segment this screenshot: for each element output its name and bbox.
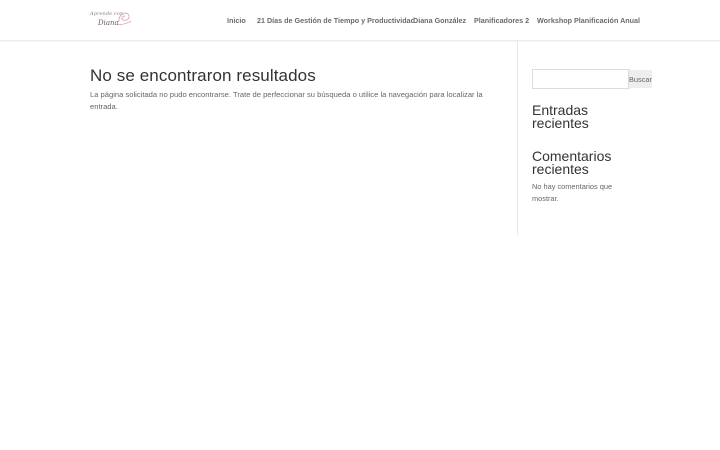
sidebar-divider	[517, 41, 518, 235]
nav-item-21-dias[interactable]: 21 Días de Gestión de Tiempo y Productiv…	[257, 16, 415, 25]
main-navigation: Inicio 21 Días de Gestión de Tiempo y Pr…	[0, 16, 720, 26]
nav-item-planificadores-2[interactable]: Planificadores 2	[474, 16, 529, 25]
search-button[interactable]: Buscar	[628, 70, 653, 88]
nav-item-inicio[interactable]: Inicio	[227, 16, 246, 25]
recent-posts-title: Entradas recientes	[532, 102, 589, 131]
no-comments-text: No hay comentarios que mostrar.	[532, 182, 613, 203]
search-form: Buscar	[532, 69, 653, 89]
recent-comments-title: Comentarios recientes	[532, 148, 612, 177]
not-found-message: La página solicitada no pudo encontrarse…	[90, 90, 483, 111]
nav-item-diana-gonzalez[interactable]: Diana González	[413, 16, 466, 25]
site-header: Aprende con Diana Inicio 21 Días de Gest…	[0, 0, 720, 41]
page-title: No se encontraron resultados	[90, 66, 316, 85]
search-input[interactable]	[533, 70, 628, 88]
nav-item-workshop[interactable]: Workshop Planificación Anual	[537, 16, 640, 25]
